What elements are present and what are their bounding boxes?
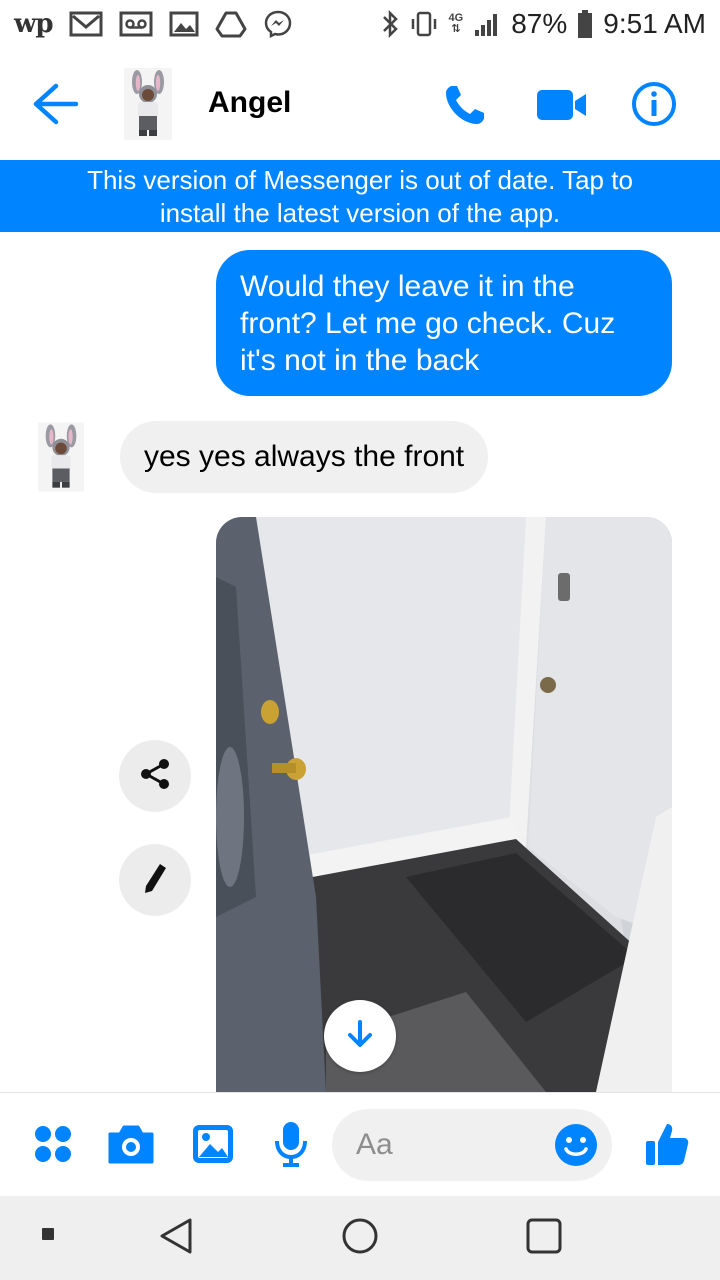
bluetooth-icon — [381, 9, 399, 39]
edit-photo-button[interactable] — [119, 844, 191, 916]
system-status: 4G ⇅ 87% 9:51 AM — [381, 6, 706, 42]
message-line: it's not in the back — [240, 344, 480, 377]
share-icon — [138, 757, 172, 796]
message-input[interactable] — [356, 1125, 546, 1165]
download-icon — [345, 1018, 375, 1055]
banner-line-1: This version of Messenger is out of date… — [87, 165, 633, 195]
image-icon[interactable] — [188, 1119, 238, 1169]
incoming-message-bubble[interactable]: yes yes always the front — [120, 421, 489, 493]
message-input-container — [332, 1109, 612, 1181]
messenger-icon — [263, 9, 293, 39]
lte-arrows-icon: ⇅ — [451, 23, 461, 35]
message-line: front? Let me go check. Cuz — [240, 307, 616, 340]
gmail-icon — [69, 9, 103, 39]
sender-avatar[interactable] — [38, 420, 84, 494]
menu-dots-icon[interactable] — [28, 1119, 78, 1169]
camera-icon[interactable] — [106, 1119, 156, 1169]
share-button[interactable] — [119, 740, 191, 812]
voicemail-icon — [119, 9, 153, 39]
status-bar: wp 4G ⇅ 87% 9:51 AM — [0, 0, 720, 48]
status-dot-icon — [40, 1226, 56, 1242]
info-icon[interactable] — [630, 80, 678, 128]
recents-nav-icon[interactable] — [522, 1214, 566, 1258]
back-nav-icon[interactable] — [154, 1214, 198, 1258]
signal-icon — [473, 9, 501, 39]
notification-icons: wp — [14, 8, 293, 40]
photo-message[interactable] — [216, 517, 672, 1092]
vibrate-icon — [409, 9, 439, 39]
message-composer — [0, 1092, 720, 1196]
microphone-icon[interactable] — [266, 1119, 316, 1169]
banner-line-2: install the latest version of the app. — [159, 198, 561, 228]
video-icon[interactable] — [536, 88, 588, 122]
battery-percent: 87% — [511, 8, 568, 39]
lte-icon: 4G ⇅ — [448, 12, 464, 35]
outgoing-message-bubble[interactable]: Would they leave it in the front? Let me… — [216, 250, 672, 396]
system-navigation-bar — [0, 1196, 720, 1280]
drive-icon — [215, 9, 247, 39]
update-banner[interactable]: This version of Messenger is out of date… — [0, 160, 720, 232]
pencil-icon — [140, 861, 170, 900]
conversation-header: Angel — [0, 48, 720, 160]
contact-avatar[interactable] — [124, 68, 172, 140]
thumbs-up-icon[interactable] — [642, 1119, 692, 1169]
phone-icon[interactable] — [442, 82, 488, 128]
contact-name[interactable]: Angel — [208, 86, 291, 120]
emoji-icon[interactable] — [554, 1123, 598, 1167]
battery-icon — [577, 9, 593, 39]
clock: 9:51 AM — [603, 8, 706, 39]
home-nav-icon[interactable] — [338, 1214, 382, 1258]
download-button[interactable] — [324, 1000, 396, 1072]
back-button[interactable] — [30, 82, 82, 126]
gallery-icon — [169, 9, 199, 39]
message-line: Would they leave it in the — [240, 270, 575, 303]
washington-post-icon: wp — [14, 9, 54, 39]
